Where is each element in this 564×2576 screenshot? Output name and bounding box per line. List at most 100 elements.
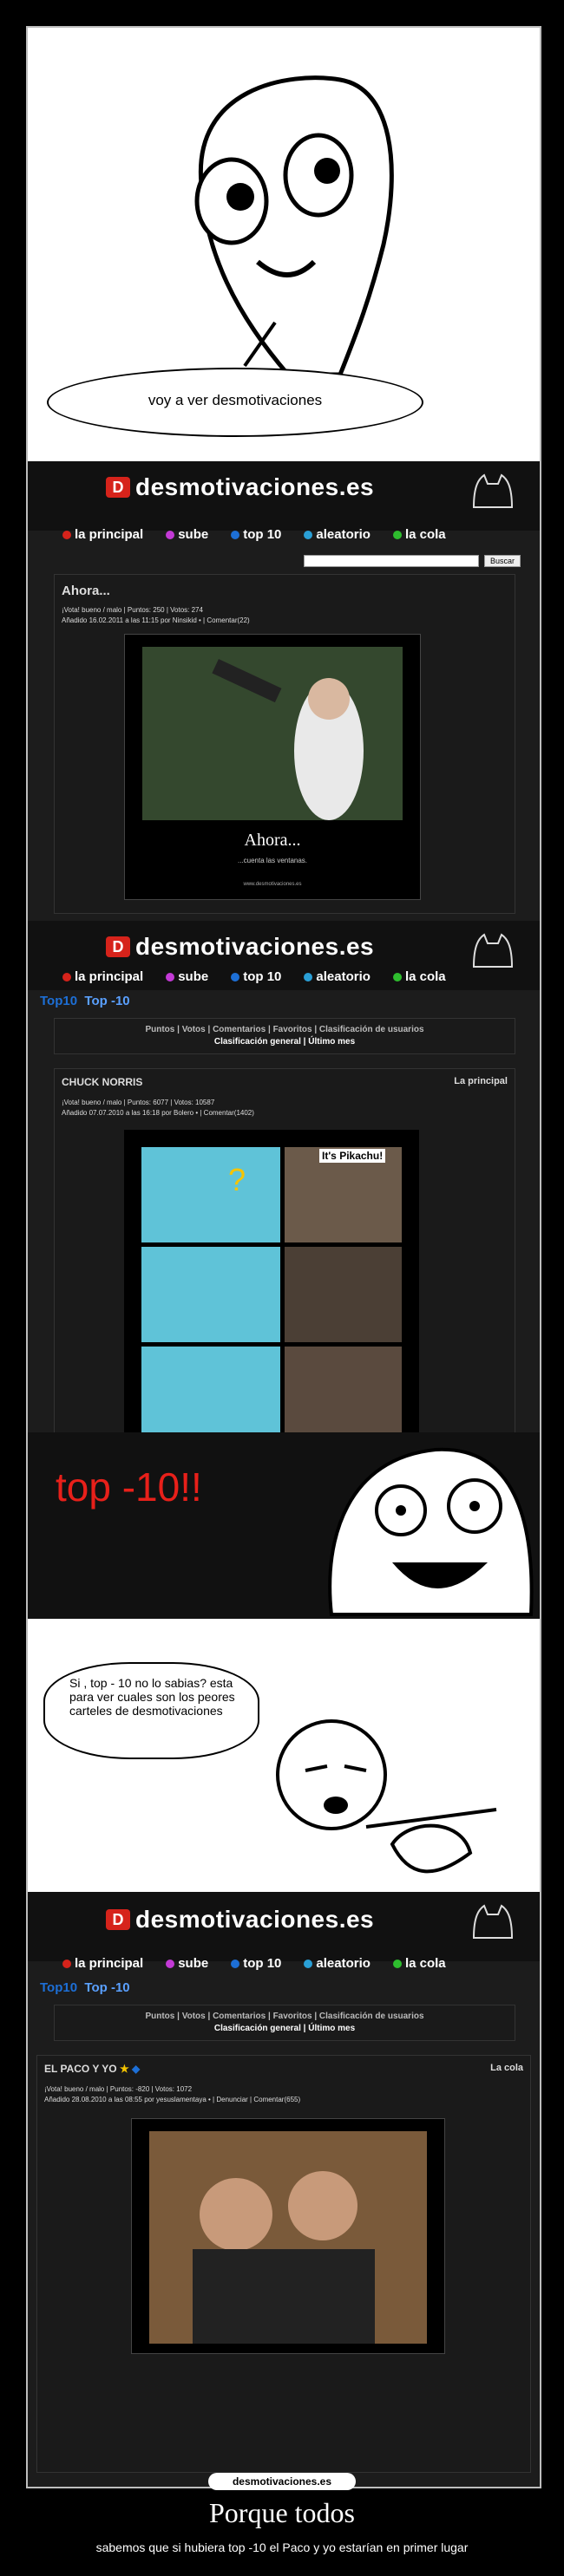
home-icon [62, 1959, 71, 1968]
nav-item-principal[interactable]: la principal [62, 527, 143, 542]
site-logo[interactable]: D desmotivaciones.es [106, 1906, 374, 1934]
nav-item-cola[interactable]: la cola [392, 1956, 446, 1971]
queue-icon [392, 972, 402, 981]
nav-item-principal[interactable]: la principal [62, 1956, 143, 1971]
nav-label: la cola [404, 527, 446, 542]
panel-rage-face: voy a ver desmotivaciones [28, 28, 540, 461]
nav-item-aleatorio[interactable]: aleatorio [304, 1956, 371, 1971]
tabs-line-2[interactable]: Clasificación general | Último mes [55, 2024, 515, 2033]
home-icon [62, 972, 71, 981]
svg-text:?: ? [228, 1162, 246, 1197]
search-button[interactable]: Buscar [483, 555, 521, 567]
logo-text: desmotivaciones.es [135, 933, 375, 960]
nav-item-top10[interactable]: top 10 [231, 527, 281, 542]
poster-image[interactable] [131, 2118, 445, 2354]
nav-item-aleatorio[interactable]: aleatorio [304, 969, 371, 984]
main-nav: la principal sube top 10 aleatorio la co… [62, 969, 522, 984]
logo-mark: D [106, 1909, 130, 1930]
nav-item-sube[interactable]: sube [166, 1956, 208, 1971]
site-logo[interactable]: D desmotivaciones.es [106, 473, 374, 501]
poster-url: www.desmotivaciones.es [243, 882, 302, 887]
post-card: EL PACO Y YO ★ ◆ La cola ¡Vota! bueno / … [36, 2055, 531, 2473]
post-section[interactable]: La principal [454, 1076, 508, 1086]
ranking-tabs: Puntos | Votos | Comentarios | Favoritos… [54, 2005, 515, 2041]
poster-image[interactable]: Ahora... ...cuenta las ventanas. www.des… [124, 634, 421, 900]
nav-item-sube[interactable]: sube [166, 527, 208, 542]
upload-icon [166, 972, 175, 981]
nav-item-principal[interactable]: la principal [62, 969, 143, 984]
main-nav: la principal sube top 10 aleatorio la co… [62, 1956, 522, 1971]
nav-item-sube[interactable]: sube [166, 969, 208, 984]
logo-text: desmotivaciones.es [135, 473, 375, 500]
home-icon [62, 530, 71, 539]
cat-icon [472, 933, 514, 968]
site-logo[interactable]: D desmotivaciones.es [106, 933, 374, 961]
site-header: D desmotivaciones.es [28, 461, 540, 531]
tabs-line-2[interactable]: Clasificación general | Último mes [55, 1037, 515, 1047]
ranking-tabs: Puntos | Votos | Comentarios | Favoritos… [54, 1018, 515, 1054]
site-badge: desmotivaciones.es [208, 2473, 356, 2490]
search-input[interactable] [303, 555, 479, 567]
post-card: CHUCK NORRIS La principal ¡Vota! bueno /… [54, 1068, 515, 1432]
post-meta-2: Añadido 07.07.2010 a las 16:18 por Boler… [62, 1109, 254, 1117]
photo-grandma-gun [142, 647, 403, 820]
top-icon [231, 972, 240, 981]
panel-top10-b: D desmotivaciones.es la principal sube t… [28, 1892, 540, 2487]
breadcrumb-home[interactable]: Top10 [40, 994, 77, 1008]
nav-label: aleatorio [316, 1956, 371, 1971]
random-icon [304, 530, 313, 539]
nav-label: sube [178, 1956, 209, 1971]
post-meta-1: ¡Vota! bueno / malo | Puntos: -820 | Vot… [44, 2085, 193, 2093]
post-section[interactable]: La cola [490, 2063, 523, 2073]
search-row: Buscar [303, 555, 521, 567]
site-header: D desmotivaciones.es [28, 1892, 540, 1961]
upload-icon [166, 530, 175, 539]
nav-label: sube [178, 527, 209, 542]
logo-mark: D [106, 477, 130, 498]
panel-reaction: top -10!! [28, 1432, 540, 1619]
main-nav: la principal sube top 10 aleatorio la co… [62, 527, 522, 542]
cereal-guy-drawing [276, 1719, 497, 1874]
top-icon [231, 530, 240, 539]
photo-two-boys [149, 2131, 427, 2344]
post-title[interactable]: CHUCK NORRIS [62, 1076, 142, 1088]
panel-top10-a: D desmotivaciones.es la principal sube t… [28, 921, 540, 1432]
nav-label: aleatorio [316, 969, 371, 984]
pokemon-chuck-image: ? [141, 1147, 402, 1432]
nav-item-cola[interactable]: la cola [392, 527, 446, 542]
tabs-line-1[interactable]: Puntos | Votos | Comentarios | Favoritos… [55, 2012, 515, 2021]
nav-label: la principal [75, 1956, 144, 1971]
random-icon [304, 1959, 313, 1968]
post-title[interactable]: Ahora... [62, 584, 110, 598]
tabs-line-1[interactable]: Puntos | Votos | Comentarios | Favoritos… [55, 1025, 515, 1034]
post-title[interactable]: EL PACO Y YO ★ ◆ [44, 2063, 140, 2075]
reaction-text: top -10!! [56, 1464, 202, 1510]
logo-mark: D [106, 936, 130, 957]
queue-icon [392, 530, 402, 539]
caption-title: Porque todos [209, 2497, 355, 2528]
breadcrumb-home[interactable]: Top10 [40, 1980, 77, 1995]
star-icon: ★ [119, 2063, 129, 2075]
panel-site-post1: D desmotivaciones.es la principal sube t… [28, 461, 540, 921]
queue-icon [392, 1959, 402, 1968]
image-label: It's Pikachu! [319, 1149, 386, 1163]
nav-label: la principal [75, 527, 144, 542]
post-meta-1: ¡Vota! bueno / malo | Puntos: 6077 | Vot… [62, 1099, 215, 1106]
logo-text: desmotivaciones.es [135, 1906, 375, 1933]
breadcrumb-current: Top -10 [84, 994, 130, 1008]
nav-item-top10[interactable]: top 10 [231, 1956, 281, 1971]
nav-item-aleatorio[interactable]: aleatorio [304, 527, 371, 542]
cat-icon [472, 1904, 514, 1939]
breadcrumb: Top10 Top -10 [40, 1980, 130, 1995]
poster-image[interactable]: ? It's Pikachu! [124, 1130, 419, 1432]
upload-icon [166, 1959, 175, 1968]
nav-item-top10[interactable]: top 10 [231, 969, 281, 984]
speech-text: voy a ver desmotivaciones [148, 392, 323, 408]
post-card: Ahora... ¡Vota! bueno / malo | Puntos: 2… [54, 574, 515, 914]
nav-label: la cola [404, 1956, 446, 1971]
breadcrumb: Top10 Top -10 [40, 994, 130, 1008]
nav-label: sube [178, 969, 209, 984]
speech-bubble: Si , top - 10 no lo sabias? esta para ve… [43, 1662, 259, 1759]
nav-item-cola[interactable]: la cola [392, 969, 446, 984]
post-meta-1: ¡Vota! bueno / malo | Puntos: 250 | Voto… [62, 606, 203, 614]
